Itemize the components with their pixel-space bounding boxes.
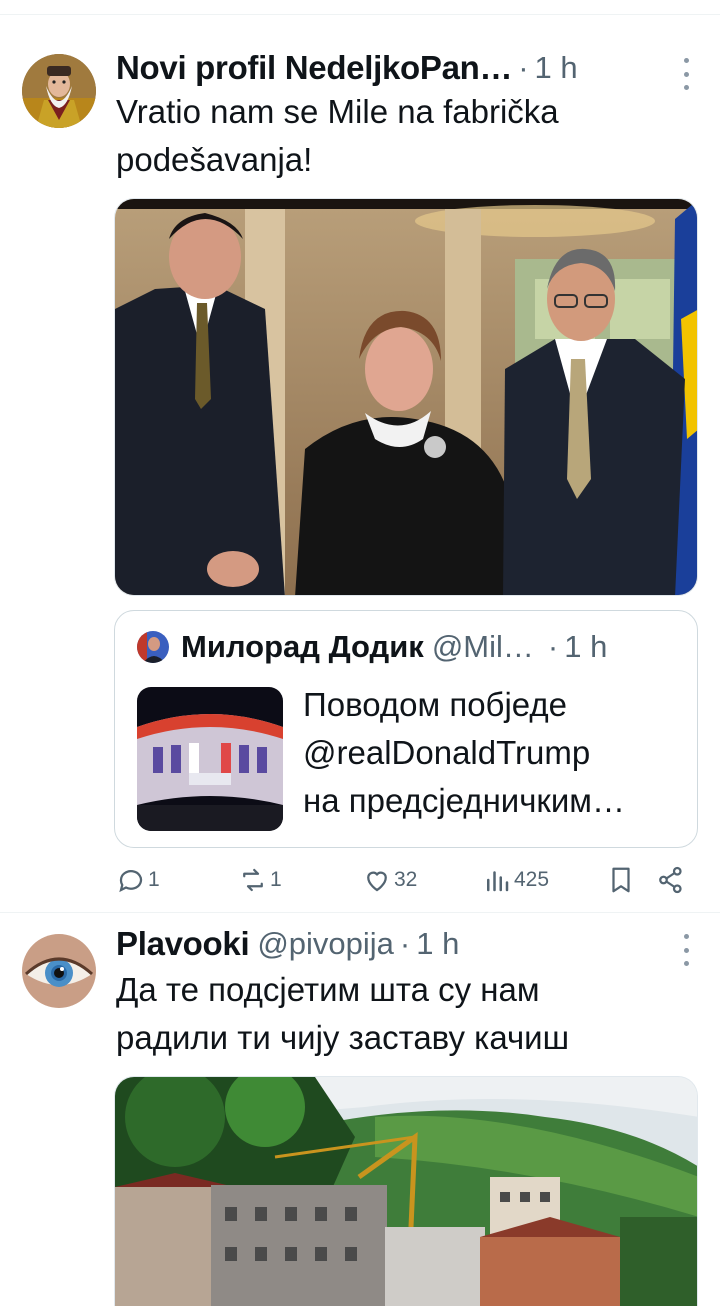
timestamp[interactable]: 1 h bbox=[535, 50, 578, 86]
quoted-text-line: Поводом побједе bbox=[303, 686, 568, 723]
author-avatar[interactable] bbox=[22, 54, 96, 128]
tweet-text-line: Да те подсјетим шта су нам bbox=[116, 971, 540, 1008]
author-name[interactable]: Novi profil NedeljkoPan… bbox=[116, 49, 512, 87]
reply-count: 1 bbox=[148, 868, 160, 891]
quoted-text-line: на предсједничким… bbox=[303, 782, 625, 819]
tweet-text-line: радили ти чију заставу качиш bbox=[116, 1019, 570, 1056]
quoted-timestamp[interactable]: 1 h bbox=[564, 629, 607, 665]
quoted-author-handle[interactable]: @Mil… bbox=[432, 629, 534, 665]
building-night-image bbox=[137, 687, 283, 831]
quoted-tweet-thumbnail[interactable] bbox=[137, 687, 283, 831]
quoted-tweet[interactable]: Милорад Додик @Mil… · 1 h Поводом побјед… bbox=[114, 610, 698, 848]
timestamp[interactable]: 1 h bbox=[416, 926, 459, 962]
tweet-actions: 1 1 32 425 bbox=[114, 860, 698, 900]
share-icon bbox=[659, 866, 682, 894]
quoted-author-avatar[interactable] bbox=[137, 631, 169, 663]
like-button[interactable]: 32 bbox=[362, 860, 417, 900]
heart-icon bbox=[367, 871, 387, 892]
views-chart-icon bbox=[487, 871, 509, 892]
town-landscape-image bbox=[115, 1077, 697, 1306]
quoted-author-name[interactable]: Милорад Додик bbox=[181, 629, 424, 665]
tweet-photo[interactable] bbox=[114, 198, 698, 596]
tweet-text: Да те подсјетим шта су нам радили ти чиј… bbox=[116, 966, 692, 1062]
separator-dot: · bbox=[518, 50, 529, 85]
tweet-text: Vratio nam se Mile na fabrička podešavan… bbox=[116, 88, 692, 184]
bookmark-icon bbox=[612, 867, 630, 893]
reply-button[interactable]: 1 bbox=[116, 860, 160, 900]
reply-icon bbox=[119, 870, 143, 893]
tweet-header: Novi profil NedeljkoPan… · 1 h bbox=[116, 46, 700, 90]
share-button[interactable] bbox=[656, 860, 688, 900]
quoted-tweet-header: Милорад Додик @Mil… · 1 h bbox=[181, 625, 679, 669]
man-avatar-icon bbox=[137, 631, 169, 663]
repost-button[interactable]: 1 bbox=[238, 860, 282, 900]
separator-dot: · bbox=[399, 926, 411, 961]
tweet-photo[interactable] bbox=[114, 1076, 698, 1306]
tweet-text-line: podešavanja! bbox=[116, 141, 313, 178]
more-options-icon[interactable] bbox=[678, 58, 694, 90]
author-handle[interactable]: @pivopija bbox=[257, 926, 394, 962]
quoted-tweet-text: Поводом побједе @realDonaldTrump на пред… bbox=[303, 681, 679, 825]
more-options-icon[interactable] bbox=[678, 934, 694, 966]
tweet-header: Plavooki @pivopija · 1 h bbox=[116, 922, 700, 966]
top-divider bbox=[0, 14, 720, 15]
quoted-text-line: @realDonaldTrump bbox=[303, 734, 591, 771]
like-count: 32 bbox=[394, 868, 418, 891]
views-button[interactable]: 425 bbox=[482, 860, 549, 900]
repost-count: 1 bbox=[270, 868, 282, 891]
separator-dot: · bbox=[547, 629, 559, 664]
tweet-divider bbox=[0, 912, 720, 913]
author-name[interactable]: Plavooki bbox=[116, 925, 249, 963]
author-avatar[interactable] bbox=[22, 934, 96, 1008]
group-photo-image bbox=[115, 199, 697, 595]
bookmark-button[interactable] bbox=[606, 860, 638, 900]
tweet-text-line: Vratio nam se Mile na fabrička bbox=[116, 93, 559, 130]
blue-eye-avatar-icon bbox=[22, 934, 96, 1008]
repost-icon bbox=[243, 868, 263, 892]
view-count: 425 bbox=[514, 868, 550, 891]
bearded-man-avatar-icon bbox=[22, 54, 96, 128]
